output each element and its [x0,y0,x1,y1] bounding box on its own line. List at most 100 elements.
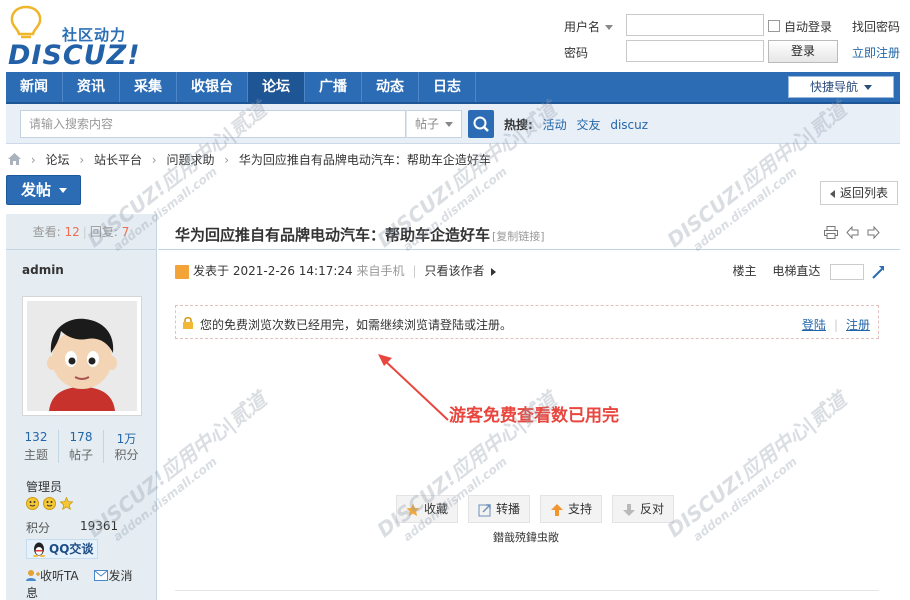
follow-icon [26,570,40,581]
nav-item-news[interactable]: 新闻 [6,72,63,102]
previous-thread-icon[interactable] [846,225,859,240]
view-count: 12 [64,225,80,239]
support-button[interactable]: 支持 [540,495,603,523]
password-input[interactable] [626,40,764,62]
score-value: 19361 [80,519,119,533]
login-button[interactable]: 登录 [768,40,838,63]
site-logo[interactable]: 社区动力 DISCUZ! [6,4,146,71]
author-sidebar: 查看: 12 | 回复: 7 admin 132 主题 178 帖子 1万 积分 管理员 … [6,214,157,600]
post-content: 华为回应推自有品牌电动汽车：帮助车企造好车 [复制链接] 发表于 2021-2-… [158,214,900,600]
nav-item-info[interactable]: 资讯 [63,72,120,102]
find-password-link[interactable]: 找回密码 [852,18,900,35]
auto-login-label[interactable]: 自动登录 [784,18,832,35]
breadcrumb-help[interactable]: 问题求助 [166,153,214,167]
count-credits[interactable]: 1万 积分 [104,430,149,463]
count-threads[interactable]: 132 主题 [14,430,59,463]
search-scope-select[interactable]: 帖子 [406,110,462,138]
notice-links: 登陆 | 注册 [801,318,870,332]
notice-register-link[interactable]: 注册 [846,318,870,332]
username-input[interactable] [626,14,764,36]
post-meta: 发表于 2021-2-26 14:17:24 来自手机 | 只看该作者 楼主 电梯直… [175,262,885,280]
nav-item-cashier[interactable]: 收银台 [177,72,248,102]
home-icon[interactable] [8,153,21,165]
author-mini-avatar [175,264,189,279]
reply-count: 7 [121,225,130,239]
breadcrumb: › 论坛 › 站长平台 › 问题求助 › 华为回应推自有品牌电动汽车：帮助车企造… [8,152,491,168]
search-input[interactable]: 请输入搜索内容 [20,110,406,138]
only-author-link[interactable]: 只看该作者 [425,264,485,278]
floor-label: 楼主 [732,264,757,278]
chevron-down-icon [59,188,68,193]
floor-jump-input[interactable] [830,263,865,280]
author-counts: 132 主题 178 帖子 1万 积分 [14,430,149,464]
share-icon [478,503,491,516]
thread-title-row: 华为回应推自有品牌电动汽车：帮助车企造好车 [复制链接] [158,214,900,250]
count-posts[interactable]: 178 帖子 [59,430,104,463]
hot-search-label: 热搜: [504,118,533,132]
breadcrumb-forum[interactable]: 论坛 [45,153,69,167]
header: 社区动力 DISCUZ! 用户名 密码 自动登录 登录 找回密码 立即注册 [0,0,910,72]
arrow-up-icon [551,503,564,516]
chevron-down-icon [605,25,614,30]
author-actions: 收听TA 发消息 [26,567,156,600]
search-button[interactable] [468,110,494,138]
garbled-text: 鐟戠殑鍏虫敞 [493,531,559,544]
score-row: 积分 19361 [26,519,119,535]
favorite-button[interactable]: 收藏 [396,495,459,523]
hot-keyword[interactable]: 交友 [576,118,600,132]
thread-title: 华为回应推自有品牌电动汽车：帮助车企造好车 [175,226,491,244]
hot-keyword[interactable]: 活动 [543,118,567,132]
login-form: 用户名 密码 自动登录 登录 找回密码 立即注册 [560,14,910,64]
breadcrumb-webmaster[interactable]: 站长平台 [94,153,142,167]
notice-login-link[interactable]: 登陆 [802,318,826,332]
new-post-button[interactable]: 发帖 [6,175,81,205]
rank-icons [26,496,74,513]
hot-keyword[interactable]: discuz [610,118,648,132]
lock-icon [183,316,193,329]
search-icon [473,116,489,132]
share-button[interactable]: 转播 [468,495,531,523]
next-thread-icon[interactable] [867,225,880,240]
nav-item-blog[interactable]: 日志 [419,72,476,102]
nav-item-broadcast[interactable]: 广播 [305,72,362,102]
post-time: 2021-2-26 14:17:24 [232,264,353,278]
user-role[interactable]: 管理员 [26,478,62,495]
chevron-down-icon [445,122,454,127]
register-link[interactable]: 立即注册 [852,44,900,61]
lightbulb-icon [10,5,42,39]
nav-item-forum[interactable]: 论坛 [248,72,305,102]
smiley-icon [42,497,56,510]
back-to-list-button[interactable]: 返回列表 [820,181,898,205]
annotation-arrow [378,354,449,421]
print-icon[interactable] [824,226,839,239]
breadcrumb-separator: › [151,153,157,167]
qq-chat-button[interactable]: QQ交谈 [26,539,98,559]
password-label: 密码 [564,46,589,60]
go-floor-icon[interactable] [871,265,885,279]
thread-stats: 查看: 12 | 回复: 7 [6,214,156,250]
cartoon-boy-avatar [27,301,137,411]
view-limit-message: 您的免费浏览次数已经用完，如需继续浏览请登陆或注册。 [200,318,513,332]
breadcrumb-separator: › [79,153,85,167]
quick-nav-button[interactable]: 快捷导航 [788,76,894,98]
username-label[interactable]: 用户名 [564,18,614,35]
qq-penguin-icon [33,542,45,557]
nav-item-feed[interactable]: 动态 [362,72,419,102]
star-icon [59,496,74,511]
follow-link[interactable]: 收听TA [26,569,85,583]
chevron-down-icon [864,85,872,90]
auto-login-checkbox[interactable] [768,20,780,32]
copy-link[interactable]: [复制链接] [492,228,545,244]
logo-word: DISCUZ! [8,40,141,71]
breadcrumb-thread[interactable]: 华为回应推自有品牌电动汽车：帮助车企造好车 [239,153,491,167]
avatar[interactable] [22,296,142,416]
elevator-label: 电梯直达 [772,264,821,278]
arrow-down-icon [623,503,636,516]
nav-item-collect[interactable]: 采集 [120,72,177,102]
oppose-button[interactable]: 反对 [612,495,675,523]
breadcrumb-separator: › [30,153,36,167]
author-name[interactable]: admin [22,263,64,277]
search-bar: 请输入搜索内容 帖子 热搜: 活动 交友 discuz [6,104,900,144]
thread-tools [824,225,880,242]
star-icon [406,503,420,516]
